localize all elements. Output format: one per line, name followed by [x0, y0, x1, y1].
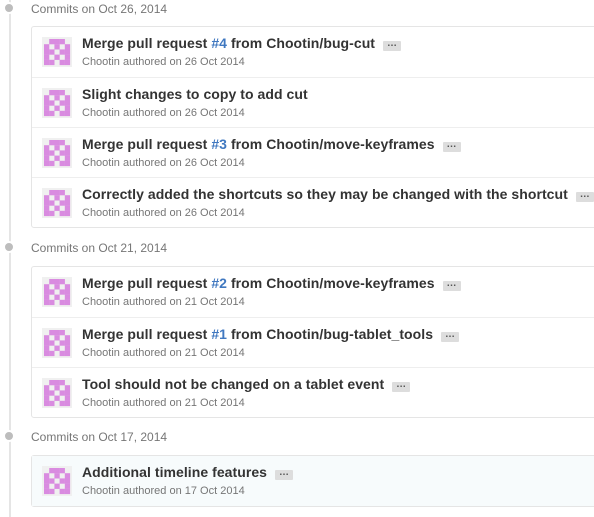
commit-title[interactable]: Tool should not be changed on a tablet e…	[82, 376, 411, 392]
commit-row: Tool should not be changed on a tablet e…	[32, 367, 594, 417]
commit-group-date: Commits on Oct 21, 2014	[31, 241, 168, 255]
commit-list: Merge pull request #4 from Chootin/bug-c…	[31, 26, 594, 228]
commit-meta: Chootin authored on 26 Oct 2014	[82, 56, 245, 68]
commit-date: authored on 21 Oct 2014	[119, 397, 245, 409]
commit-row: Slight changes to copy to add cut Chooti…	[32, 77, 594, 127]
commit-group-date: Commits on Oct 26, 2014	[31, 2, 168, 16]
expand-description-button[interactable]: …	[392, 380, 411, 392]
expand-description-button[interactable]: …	[575, 190, 594, 202]
commit-title[interactable]: Slight changes to copy to add cut	[82, 86, 308, 102]
commit-date: authored on 21 Oct 2014	[119, 347, 245, 359]
commit-author[interactable]: Chootin	[82, 347, 120, 359]
commit-author[interactable]: Chootin	[82, 157, 120, 169]
timeline-dot-icon	[3, 241, 15, 253]
avatar[interactable]	[42, 277, 72, 307]
avatar[interactable]	[42, 378, 72, 408]
timeline-dot-icon	[3, 2, 15, 14]
commit-group: Commits on Oct 26, 2014 Merge pull reque…	[0, 0, 594, 228]
commit-row: Correctly added the shortcuts so they ma…	[32, 177, 594, 227]
commit-list: Additional timeline features … Chootin a…	[31, 455, 594, 507]
commit-group-header: Commits on Oct 26, 2014	[0, 0, 594, 18]
commit-date: authored on 26 Oct 2014	[119, 107, 245, 119]
commit-date: authored on 26 Oct 2014	[119, 207, 245, 219]
avatar[interactable]	[42, 138, 72, 168]
commit-row: Merge pull request #4 from Chootin/bug-c…	[32, 27, 594, 77]
commit-author[interactable]: Chootin	[82, 296, 120, 308]
pull-request-link[interactable]: #3	[211, 136, 227, 152]
commit-row: Merge pull request #3 from Chootin/move-…	[32, 127, 594, 177]
commit-row: Additional timeline features … Chootin a…	[32, 456, 594, 506]
commit-row: Merge pull request #2 from Chootin/move-…	[32, 267, 594, 317]
commit-meta: Chootin authored on 26 Oct 2014	[82, 157, 245, 169]
commit-meta: Chootin authored on 21 Oct 2014	[82, 347, 245, 359]
commit-list: Merge pull request #2 from Chootin/move-…	[31, 266, 594, 418]
commit-message[interactable]: Merge pull request	[82, 136, 211, 152]
commit-message-suffix[interactable]: from Chootin/move-keyframes	[227, 136, 435, 152]
commit-author[interactable]: Chootin	[82, 207, 120, 219]
commit-message[interactable]: Merge pull request	[82, 35, 211, 51]
commit-message[interactable]: Correctly added the shortcuts so they ma…	[82, 186, 568, 202]
commit-message[interactable]: Slight changes to copy to add cut	[82, 86, 308, 102]
commit-message[interactable]: Merge pull request	[82, 326, 211, 342]
commit-group-date: Commits on Oct 17, 2014	[31, 430, 168, 444]
expand-description-button[interactable]: …	[442, 279, 461, 291]
avatar[interactable]	[42, 466, 72, 496]
commit-date: authored on 26 Oct 2014	[119, 56, 245, 68]
commit-meta: Chootin authored on 21 Oct 2014	[82, 397, 245, 409]
commit-title[interactable]: Merge pull request #2 from Chootin/move-…	[82, 275, 461, 291]
avatar[interactable]	[42, 188, 72, 218]
commit-author[interactable]: Chootin	[82, 397, 120, 409]
expand-description-button[interactable]: …	[442, 140, 461, 152]
pull-request-link[interactable]: #2	[211, 275, 227, 291]
expand-description-button[interactable]: …	[274, 468, 293, 480]
commit-meta: Chootin authored on 21 Oct 2014	[82, 296, 245, 308]
expand-description-button[interactable]: …	[382, 39, 401, 51]
commit-message-suffix[interactable]: from Chootin/move-keyframes	[227, 275, 435, 291]
timeline-dot-icon	[3, 430, 15, 442]
commit-date: authored on 17 Oct 2014	[119, 485, 245, 497]
avatar[interactable]	[42, 88, 72, 118]
commit-message[interactable]: Tool should not be changed on a tablet e…	[82, 376, 384, 392]
expand-description-button[interactable]: …	[440, 330, 459, 342]
commit-author[interactable]: Chootin	[82, 56, 120, 68]
commit-date: authored on 26 Oct 2014	[119, 157, 245, 169]
commit-author[interactable]: Chootin	[82, 485, 120, 497]
commit-date: authored on 21 Oct 2014	[119, 296, 245, 308]
avatar[interactable]	[42, 37, 72, 67]
commit-group: Commits on Oct 17, 2014 Additional timel…	[0, 428, 594, 507]
commit-message[interactable]: Merge pull request	[82, 275, 211, 291]
commit-meta: Chootin authored on 17 Oct 2014	[82, 485, 245, 497]
commit-group: Commits on Oct 21, 2014 Merge pull reque…	[0, 239, 594, 418]
commit-meta: Chootin authored on 26 Oct 2014	[82, 207, 245, 219]
avatar[interactable]	[42, 328, 72, 358]
commit-message[interactable]: Additional timeline features	[82, 464, 267, 480]
pull-request-link[interactable]: #4	[211, 35, 227, 51]
commit-meta: Chootin authored on 26 Oct 2014	[82, 107, 245, 119]
commit-title[interactable]: Merge pull request #3 from Chootin/move-…	[82, 136, 461, 152]
commit-history: Commits on Oct 26, 2014 Merge pull reque…	[0, 0, 594, 517]
commit-group-header: Commits on Oct 21, 2014	[0, 239, 594, 257]
pull-request-link[interactable]: #1	[211, 326, 227, 342]
commit-title[interactable]: Additional timeline features …	[82, 464, 293, 480]
commit-message-suffix[interactable]: from Chootin/bug-tablet_tools	[227, 326, 433, 342]
commit-message-suffix[interactable]: from Chootin/bug-cut	[227, 35, 375, 51]
commit-title[interactable]: Merge pull request #4 from Chootin/bug-c…	[82, 35, 401, 51]
commit-title[interactable]: Merge pull request #1 from Chootin/bug-t…	[82, 326, 459, 342]
commit-row: Merge pull request #1 from Chootin/bug-t…	[32, 317, 594, 367]
commit-author[interactable]: Chootin	[82, 107, 120, 119]
commit-title[interactable]: Correctly added the shortcuts so they ma…	[82, 186, 594, 202]
commit-group-header: Commits on Oct 17, 2014	[0, 428, 594, 446]
